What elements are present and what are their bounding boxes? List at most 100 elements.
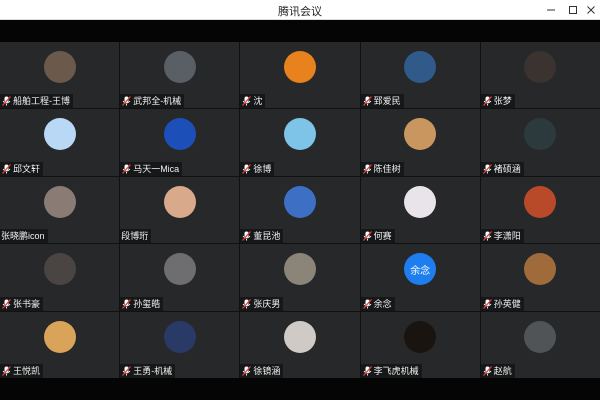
participant-tile[interactable]: 徐镜涵 bbox=[240, 311, 360, 378]
participant-nametag: 赵航 bbox=[480, 364, 515, 378]
participant-tile[interactable]: 郅爱民 bbox=[360, 42, 480, 109]
participant-nametag: 张庆男 bbox=[240, 296, 284, 311]
participant-name: 赵航 bbox=[493, 366, 512, 376]
mic-muted-icon bbox=[482, 231, 492, 242]
participant-name: 郅爱民 bbox=[373, 96, 401, 107]
participant-nametag: 余念 bbox=[360, 296, 395, 311]
participant-tile[interactable]: 马天一Mica bbox=[120, 109, 240, 176]
participant-tile[interactable]: 张庆男 bbox=[240, 244, 360, 311]
participant-tile[interactable]: 李飞虎机械 bbox=[360, 311, 480, 378]
participant-tile[interactable]: 陈佳树 bbox=[360, 109, 480, 176]
mic-muted-icon bbox=[122, 366, 132, 376]
avatar bbox=[43, 118, 76, 151]
participant-name: 孙玺皓 bbox=[133, 298, 161, 309]
participant-name: 张书豪 bbox=[13, 298, 41, 309]
participant-tile[interactable]: 赵航 bbox=[480, 311, 600, 378]
avatar bbox=[283, 253, 316, 286]
mic-muted-icon bbox=[2, 366, 11, 376]
participant-nametag: 陈佳树 bbox=[360, 161, 404, 176]
participant-tile[interactable]: 段博珩 bbox=[120, 176, 240, 244]
mic-muted-icon bbox=[362, 163, 372, 174]
participant-tile[interactable]: 船舶工程-王博 bbox=[0, 42, 120, 109]
avatar bbox=[404, 51, 437, 83]
participant-nametag: 郅爱民 bbox=[360, 94, 404, 109]
mic-muted-icon bbox=[2, 298, 11, 309]
avatar bbox=[163, 185, 196, 218]
participant-tile[interactable]: 董昆池 bbox=[240, 176, 360, 244]
participant-nametag: 张梦 bbox=[480, 94, 515, 109]
minimize-icon[interactable] bbox=[540, 0, 562, 20]
top-toolbar-area bbox=[0, 20, 600, 42]
participant-tile[interactable]: 孙英健 bbox=[480, 244, 600, 311]
close-icon[interactable] bbox=[580, 0, 600, 20]
participant-tile[interactable]: 张梦 bbox=[480, 42, 600, 109]
mic-muted-icon bbox=[482, 163, 492, 174]
avatar bbox=[524, 185, 557, 218]
avatar bbox=[283, 320, 316, 353]
mic-muted-icon bbox=[482, 96, 492, 107]
mic-muted-icon bbox=[242, 231, 252, 242]
participant-name: 段博珩 bbox=[121, 231, 149, 242]
participant-tile[interactable]: 何赛 bbox=[360, 176, 480, 244]
participant-nametag: 船舶工程-王博 bbox=[0, 94, 73, 109]
participant-nametag: 王勇-机械 bbox=[120, 364, 176, 378]
bottom-toolbar-area bbox=[0, 378, 600, 400]
participant-nametag: 李潇阳 bbox=[480, 229, 524, 244]
participant-name: 李飞虎机械 bbox=[373, 366, 419, 376]
participant-tile[interactable]: 武邦全-机械 bbox=[120, 42, 240, 109]
participant-nametag: 张晓鹏icon bbox=[0, 229, 48, 244]
mic-muted-icon bbox=[2, 163, 11, 174]
participant-name: 王勇-机械 bbox=[133, 366, 173, 376]
participant-name: 张梦 bbox=[493, 96, 512, 107]
avatar bbox=[163, 253, 196, 286]
participant-name: 陈佳树 bbox=[373, 163, 401, 174]
participant-tile[interactable]: 张书豪 bbox=[0, 244, 120, 311]
participant-name: 孙英健 bbox=[493, 298, 521, 309]
avatar bbox=[524, 320, 557, 353]
participant-name: 褚硕涵 bbox=[493, 163, 521, 174]
avatar bbox=[43, 51, 76, 83]
participant-tile[interactable]: 徐博 bbox=[240, 109, 360, 176]
participant-name: 徐镜涵 bbox=[253, 366, 281, 376]
participant-name: 张庆男 bbox=[253, 298, 281, 309]
avatar bbox=[404, 185, 437, 218]
mic-muted-icon bbox=[362, 96, 372, 107]
participant-nametag: 段博珩 bbox=[120, 229, 152, 244]
participant-nametag: 李飞虎机械 bbox=[360, 364, 422, 378]
participant-grid: 船舶工程-王博 武邦全-机械 沈 郅爱民 张梦邱文轩 马天一Mica 徐博 陈佳树 褚硕涵张晓鹏… bbox=[0, 42, 600, 378]
avatar bbox=[404, 320, 437, 353]
participant-nametag: 马天一Mica bbox=[120, 161, 183, 176]
participant-tile[interactable]: 褚硕涵 bbox=[480, 109, 600, 176]
avatar bbox=[283, 185, 316, 218]
participant-nametag: 王悦凯 bbox=[0, 364, 44, 378]
avatar bbox=[404, 118, 437, 151]
participant-tile[interactable]: 王勇-机械 bbox=[120, 311, 240, 378]
avatar-initials: 余念 bbox=[410, 265, 431, 277]
participant-nametag: 张书豪 bbox=[0, 296, 44, 311]
mic-muted-icon bbox=[122, 96, 132, 107]
mic-muted-icon bbox=[482, 366, 492, 376]
participant-nametag: 褚硕涵 bbox=[480, 161, 524, 176]
avatar bbox=[524, 253, 557, 286]
participant-name: 董昆池 bbox=[253, 231, 281, 242]
mic-muted-icon bbox=[242, 298, 252, 309]
participant-name: 沈 bbox=[253, 96, 263, 107]
participant-nametag: 邱文轩 bbox=[0, 161, 44, 176]
avatar bbox=[43, 253, 76, 286]
avatar bbox=[524, 51, 557, 83]
participant-tile[interactable]: 孙玺皓 bbox=[120, 244, 240, 311]
mic-muted-icon bbox=[122, 298, 132, 309]
avatar bbox=[163, 51, 196, 83]
participant-tile[interactable]: 余念 余念 bbox=[360, 244, 480, 311]
participant-tile[interactable]: 沈 bbox=[240, 42, 360, 109]
participant-name: 邱文轩 bbox=[13, 163, 41, 174]
participant-tile[interactable]: 张晓鹏icon bbox=[0, 176, 120, 244]
avatar bbox=[283, 51, 316, 83]
participant-tile[interactable]: 邱文轩 bbox=[0, 109, 120, 176]
participant-name: 何赛 bbox=[373, 231, 392, 242]
participant-tile[interactable]: 李潇阳 bbox=[480, 176, 600, 244]
mic-muted-icon bbox=[362, 231, 372, 242]
participant-tile[interactable]: 王悦凯 bbox=[0, 311, 120, 378]
mic-muted-icon bbox=[122, 163, 132, 174]
avatar bbox=[43, 185, 76, 218]
